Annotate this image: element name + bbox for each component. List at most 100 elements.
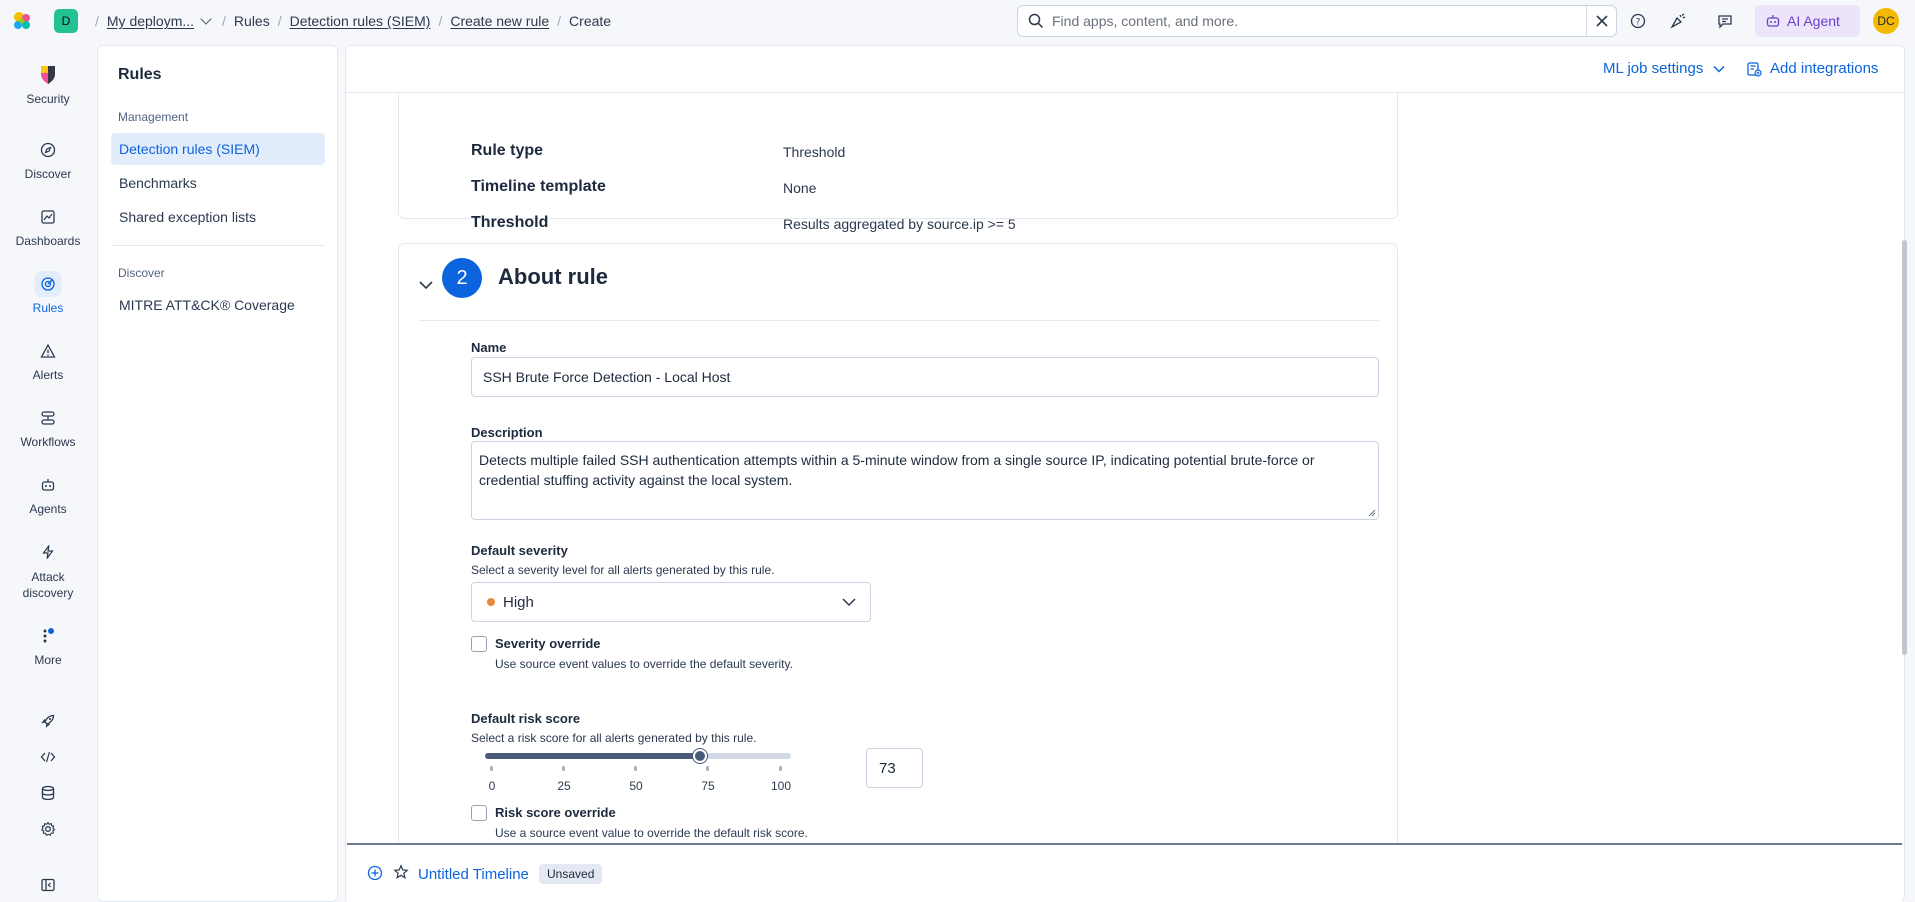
- nav-attack-discovery[interactable]: Attack discovery: [0, 539, 96, 601]
- slider-tick-label: 0: [488, 779, 496, 793]
- breadcrumb-detection-rules[interactable]: Detection rules (SIEM): [290, 13, 431, 29]
- collapse-step-button[interactable]: [419, 277, 433, 293]
- name-label: Name: [471, 340, 507, 355]
- sidebar-item-detection-rules[interactable]: Detection rules (SIEM): [111, 133, 325, 165]
- default-risk-score-label: Default risk score: [471, 711, 581, 726]
- nav-workflows[interactable]: Workflows: [0, 405, 96, 449]
- agents-icon: [35, 472, 61, 498]
- summary-row-threshold: Threshold Results aggregated by source.i…: [399, 214, 1399, 244]
- search-icon: [1028, 13, 1044, 29]
- chevron-down-icon: [419, 281, 433, 290]
- summary-value: Results aggregated by source.ip >= 5: [783, 216, 1016, 232]
- severity-select[interactable]: High: [471, 582, 871, 622]
- nav-label: Dashboards: [15, 234, 81, 248]
- elastic-logo-icon[interactable]: [10, 9, 34, 33]
- default-risk-score-help: Select a risk score for all alerts gener…: [471, 731, 757, 745]
- ml-job-settings-button[interactable]: ML job settings: [1603, 60, 1725, 77]
- summary-row-timeline-template: Timeline template None: [399, 178, 1399, 208]
- timeline-title[interactable]: Untitled Timeline: [418, 866, 529, 883]
- risk-score-input[interactable]: 73: [866, 748, 923, 788]
- sidebar-item-benchmarks[interactable]: Benchmarks: [111, 167, 325, 199]
- breadcrumb-create: Create: [569, 13, 612, 29]
- add-to-timeline-icon[interactable]: [367, 865, 383, 884]
- rules-sidebar: Rules Management Detection rules (SIEM) …: [97, 45, 338, 902]
- nav-label: Rules: [32, 301, 64, 315]
- ai-agent-button[interactable]: AI Agent: [1755, 5, 1860, 37]
- getting-started-rocket-icon[interactable]: [35, 708, 61, 734]
- slider-tick: [490, 766, 493, 771]
- search-input[interactable]: [1052, 13, 1572, 29]
- slider-tick: [634, 766, 637, 771]
- nav-dashboards[interactable]: Dashboards: [0, 204, 96, 248]
- step-divider: [419, 320, 1379, 321]
- settings-gear-icon[interactable]: [35, 816, 61, 842]
- global-search[interactable]: [1017, 5, 1617, 37]
- add-integrations-button[interactable]: Add integrations: [1746, 60, 1878, 77]
- breadcrumb-rules[interactable]: Rules: [234, 13, 270, 29]
- step-number: 2: [442, 258, 482, 298]
- severity-dot-icon: [487, 598, 495, 606]
- nav-label: More: [34, 653, 62, 667]
- alerts-icon: [35, 338, 61, 364]
- discover-icon: [35, 137, 61, 163]
- slider-tick-label: 100: [770, 779, 792, 793]
- nav-alerts[interactable]: Alerts: [0, 338, 96, 382]
- nav-agents[interactable]: Agents: [0, 472, 96, 516]
- chevron-down-icon[interactable]: [200, 12, 212, 25]
- main-scrollbar[interactable]: [1902, 240, 1907, 655]
- slider-thumb[interactable]: [693, 749, 707, 763]
- user-avatar[interactable]: DC: [1873, 8, 1899, 34]
- breadcrumb-create-new-rule[interactable]: Create new rule: [450, 13, 549, 29]
- nav-label: Agents: [29, 502, 67, 516]
- attack-discovery-icon: [35, 539, 61, 565]
- slider-tick: [706, 766, 709, 771]
- nav-label: Alerts: [32, 368, 64, 382]
- help-icon[interactable]: ?: [1626, 9, 1650, 33]
- severity-override-checkbox[interactable]: [471, 636, 487, 652]
- nav-more[interactable]: More: [0, 623, 96, 667]
- breadcrumb-deployment[interactable]: My deploym...: [107, 13, 194, 29]
- primary-nav: Security Discover Dashboards Rules Alert…: [0, 42, 96, 902]
- slider-tick: [779, 766, 782, 771]
- summary-value: None: [783, 180, 817, 196]
- collapse-nav-icon[interactable]: [35, 872, 61, 898]
- sidebar-group-management: Management: [118, 110, 189, 124]
- summary-value: Threshold: [783, 144, 846, 160]
- whats-new-icon[interactable]: [1666, 9, 1690, 33]
- step-title: About rule: [498, 264, 608, 289]
- rule-name-input[interactable]: SSH Brute Force Detection - Local Host: [471, 357, 1379, 397]
- slider-tick-label: 25: [557, 779, 571, 793]
- risk-score-override-label[interactable]: Risk score override: [495, 805, 616, 820]
- nav-discover[interactable]: Discover: [0, 137, 96, 181]
- svg-text:?: ?: [1636, 18, 1641, 28]
- space-avatar[interactable]: D: [54, 9, 78, 33]
- ml-job-settings-label: ML job settings: [1603, 60, 1704, 77]
- severity-override-label[interactable]: Severity override: [495, 636, 601, 651]
- integrations-icon: [1747, 61, 1762, 77]
- sidebar-divider: [111, 245, 325, 246]
- nav-security[interactable]: Security: [0, 62, 96, 106]
- favorite-star-icon[interactable]: [393, 864, 409, 883]
- feedback-icon[interactable]: [1713, 9, 1737, 33]
- summary-row-rule-type: Rule type Threshold: [399, 142, 1399, 172]
- sidebar-item-shared-exception-lists[interactable]: Shared exception lists: [111, 201, 325, 233]
- severity-override-help: Use source event values to override the …: [495, 657, 793, 671]
- data-database-icon[interactable]: [35, 780, 61, 806]
- default-severity-label: Default severity: [471, 543, 568, 558]
- dev-tools-code-icon[interactable]: [35, 744, 61, 770]
- rule-description-textarea[interactable]: Detects multiple failed SSH authenticati…: [471, 441, 1379, 520]
- risk-score-override-checkbox[interactable]: [471, 805, 487, 821]
- security-logo-icon: [35, 62, 61, 88]
- resize-handle-icon[interactable]: [1368, 509, 1376, 517]
- summary-term: Rule type: [471, 142, 544, 159]
- clear-search-button[interactable]: [1586, 6, 1616, 36]
- chevron-down-icon: [842, 598, 856, 607]
- timeline-bar: Untitled Timeline Unsaved: [347, 843, 1902, 902]
- add-integrations-label: Add integrations: [1770, 60, 1879, 77]
- nav-label: Workflows: [20, 435, 76, 449]
- nav-rules[interactable]: Rules: [0, 271, 96, 315]
- robot-icon: [1766, 15, 1780, 27]
- description-label: Description: [471, 425, 543, 440]
- nav-label: Attack discovery: [22, 570, 74, 600]
- sidebar-item-mitre-coverage[interactable]: MITRE ATT&CK® Coverage: [111, 289, 325, 321]
